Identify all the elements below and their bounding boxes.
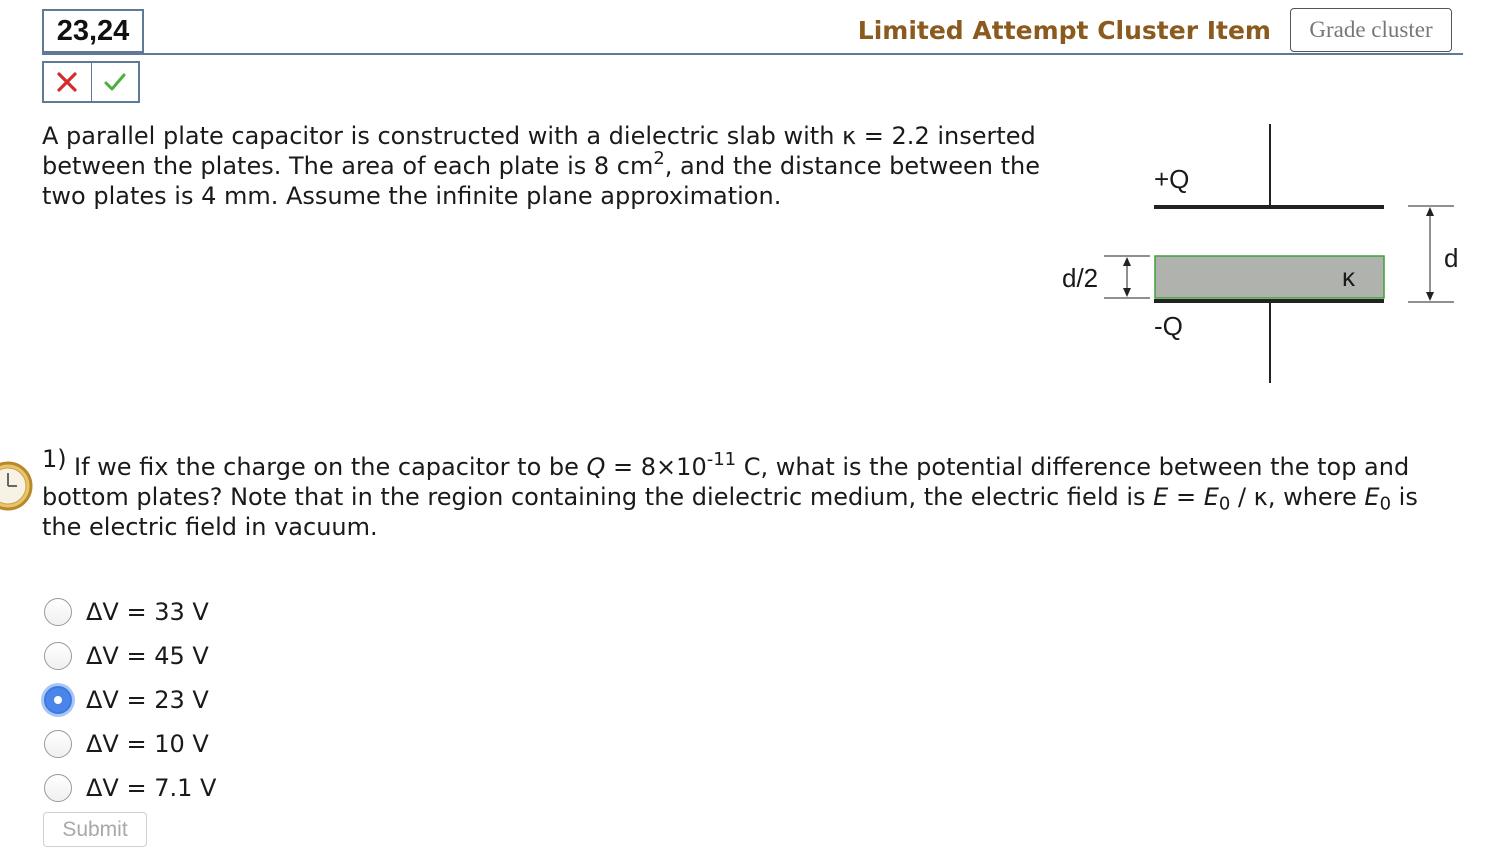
choice-label: ΔV = 33 V (86, 598, 209, 626)
question-number: 1) (42, 445, 67, 473)
choice-label: ΔV = 10 V (86, 730, 209, 758)
radio-button[interactable] (44, 730, 72, 758)
item-type-title: Limited Attempt Cluster Item (857, 16, 1271, 45)
header-divider (42, 53, 1463, 55)
problem-statement: A parallel plate capacitor is constructe… (42, 122, 1040, 210)
radio-button[interactable] (44, 642, 72, 670)
kappa-label: κ (1342, 262, 1356, 292)
radio-button[interactable] (44, 774, 72, 802)
check-mark-icon (90, 63, 139, 101)
answer-marks (42, 61, 140, 103)
choice-option[interactable]: ΔV = 7.1 V (44, 766, 216, 810)
slab-thickness-label: d/2 (1062, 263, 1098, 293)
gap-label: d (1444, 243, 1458, 273)
bottom-charge-label: -Q (1154, 311, 1183, 341)
choice-option[interactable]: ΔV = 10 V (44, 722, 216, 766)
item-number: 23,24 (42, 9, 144, 53)
radio-button[interactable] (44, 598, 72, 626)
choice-option[interactable]: ΔV = 33 V (44, 590, 216, 634)
choice-option[interactable]: ΔV = 23 V (44, 678, 216, 722)
clock-icon (0, 461, 33, 511)
choice-option[interactable]: ΔV = 45 V (44, 634, 216, 678)
top-charge-label: +Q (1154, 164, 1189, 194)
grade-cluster-button[interactable]: Grade cluster (1290, 8, 1452, 52)
choice-label: ΔV = 45 V (86, 642, 209, 670)
radio-button-selected[interactable] (44, 686, 72, 714)
question-text: 1) If we fix the charge on the capacitor … (42, 445, 1418, 541)
capacitor-diagram: +Q κ -Q d/2 d (1062, 124, 1458, 383)
submit-button[interactable]: Submit (43, 812, 147, 847)
x-mark-icon (44, 63, 91, 101)
choice-label: ΔV = 23 V (86, 686, 209, 714)
choice-label: ΔV = 7.1 V (86, 774, 217, 802)
answer-choices: ΔV = 33 V ΔV = 45 V ΔV = 23 V ΔV = 10 V … (44, 590, 216, 810)
